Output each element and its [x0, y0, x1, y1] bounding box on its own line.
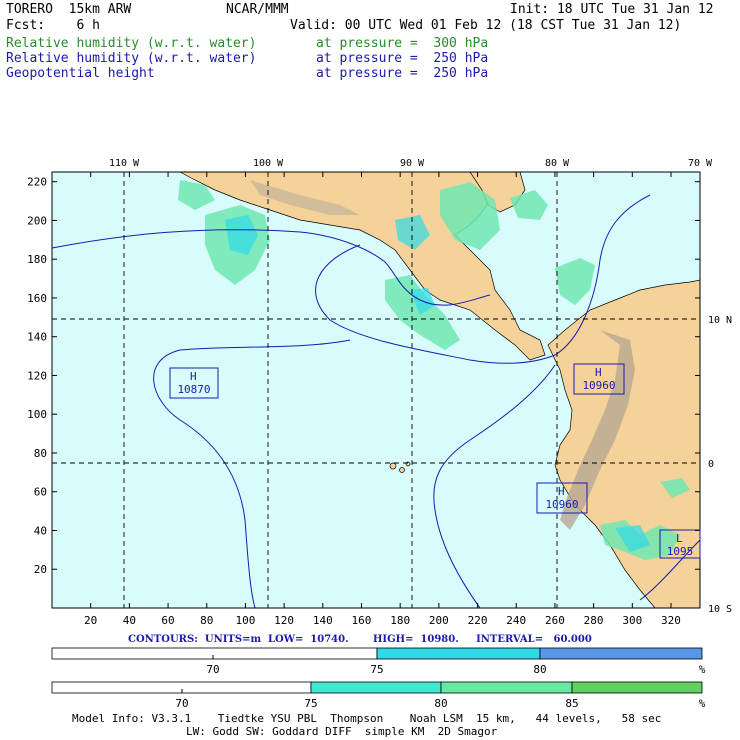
pressure-center-letter: H — [558, 485, 565, 498]
lon-label: 80 W — [545, 158, 570, 169]
pressure-center-value: 1095 — [667, 545, 694, 558]
pressure-center-value: 10960 — [582, 379, 615, 392]
footer-physics: LW: Godd SW: Goddard DIFF simple KM 2D S… — [186, 725, 498, 738]
lat-label: 10 S — [708, 604, 732, 615]
x-tick-label: 80 — [200, 614, 213, 627]
colorbar-segment — [51, 647, 378, 660]
pressure-center-letter: H — [595, 366, 602, 379]
galapagos-1 — [389, 462, 397, 470]
lon-label: 100 W — [253, 158, 284, 169]
colorbar-segment — [440, 681, 573, 694]
x-tick-label: 180 — [390, 614, 410, 627]
x-tick-label: 20 — [84, 614, 97, 627]
x-tick-label: 280 — [584, 614, 604, 627]
colorbar-label: 70 — [175, 697, 188, 710]
weather-map: 20 40 60 80 100 120 140 160 180 200 220 240 260 280 30… — [27, 158, 732, 710]
x-tick-label: 120 — [274, 614, 294, 627]
lat-label: 10 N — [708, 315, 732, 326]
colorbar-label: 80 — [434, 697, 447, 710]
x-tick-label: 100 — [235, 614, 255, 627]
colorbar-label: % — [699, 697, 706, 710]
colorbar-label: 70 — [206, 663, 219, 676]
contour-info: CONTOURS: UNITS=m LOW= 10740. HIGH= 1098… — [128, 634, 592, 645]
x-tick-label: 200 — [429, 614, 449, 627]
colorbar-segment — [539, 647, 703, 660]
colorbar-segment — [310, 681, 442, 694]
y-tick-label: 120 — [27, 369, 47, 382]
x-tick-label: 240 — [506, 614, 526, 627]
lon-label: 110 W — [109, 158, 140, 169]
x-tick-label: 300 — [622, 614, 642, 627]
y-tick-label: 60 — [34, 486, 47, 499]
y-tick-label: 200 — [27, 214, 47, 227]
pressure-center-value: 10870 — [177, 383, 210, 396]
lon-label: 90 W — [400, 158, 425, 169]
pressure-center-letter: H — [190, 370, 197, 383]
footer-model-info: Model Info: V3.3.1 Tiedtke YSU PBL Thomp… — [72, 712, 662, 725]
y-tick-label: 140 — [27, 331, 47, 344]
x-tick-label: 320 — [661, 614, 681, 627]
lon-label: 70 W — [688, 158, 713, 169]
y-tick-label: 160 — [27, 292, 47, 305]
y-tick-label: 20 — [34, 563, 47, 576]
pressure-center-value: 10960 — [545, 498, 578, 511]
y-tick-label: 80 — [34, 447, 47, 460]
y-tick-label: 40 — [34, 524, 47, 537]
galapagos-2 — [399, 467, 405, 473]
colorbar-label: 80 — [533, 663, 546, 676]
colorbar-label: 75 — [304, 697, 317, 710]
colorbar-rh-250: 70 75 80% — [51, 647, 706, 676]
y-tick-label: 180 — [27, 253, 47, 266]
x-tick-label: 260 — [545, 614, 565, 627]
colorbar-segment — [376, 647, 541, 660]
x-tick-label: 160 — [352, 614, 372, 627]
y-tick-label: 220 — [27, 176, 47, 189]
colorbar-label: % — [699, 663, 706, 676]
colorbar-label: 75 — [370, 663, 383, 676]
x-tick-label: 140 — [313, 614, 333, 627]
lat-label: 0 — [708, 459, 714, 470]
latitude-labels: 10 N 0 10 S — [708, 315, 732, 615]
longitude-labels: 110 W 100 W 90 W 80 W 70 W — [109, 158, 713, 169]
x-tick-label: 40 — [123, 614, 136, 627]
pressure-center-letter: L — [676, 532, 683, 545]
colorbar-rh-300: 70 75 80 85% — [51, 681, 706, 710]
x-tick-label: 220 — [468, 614, 488, 627]
colorbar-segment — [571, 681, 703, 694]
colorbar-label: 85 — [565, 697, 578, 710]
y-tick-label: 100 — [27, 408, 47, 421]
x-tick-label: 60 — [161, 614, 174, 627]
